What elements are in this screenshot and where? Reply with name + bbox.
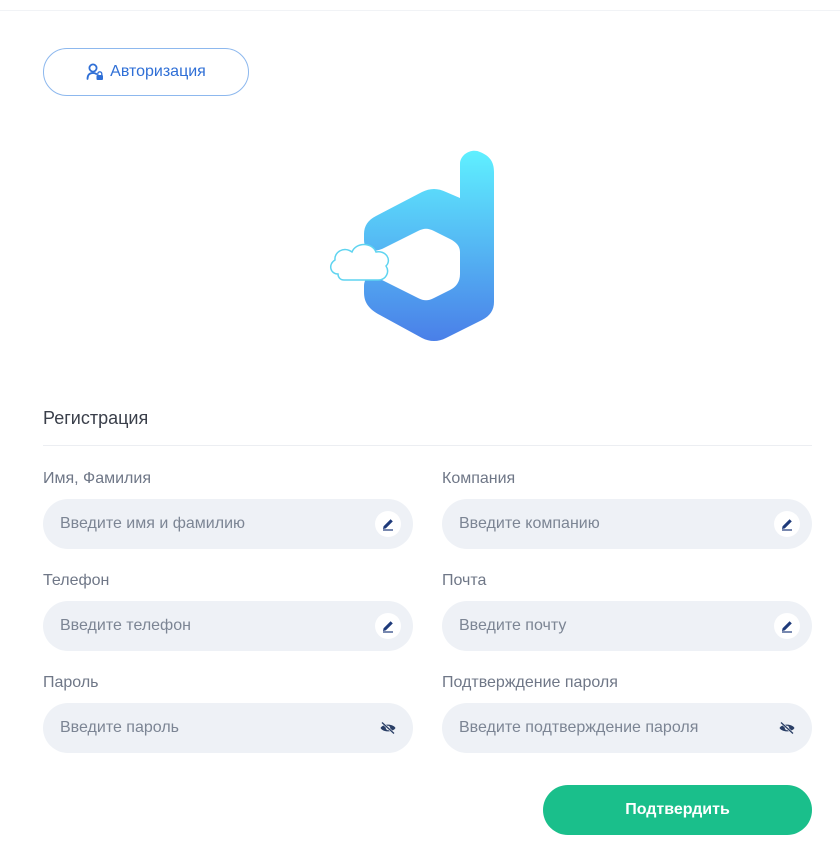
eye-off-icon[interactable] [774, 715, 800, 741]
email-input[interactable] [457, 616, 774, 636]
authorization-button[interactable]: Авторизация [43, 48, 249, 96]
user-lock-icon [86, 63, 104, 81]
password-field [43, 703, 413, 753]
name-label: Имя, Фамилия [43, 470, 151, 487]
password-label: Пароль [43, 674, 99, 691]
app-logo-icon [330, 150, 494, 341]
authorization-label: Авторизация [110, 63, 206, 80]
eye-off-icon[interactable] [375, 715, 401, 741]
password-confirm-field [442, 703, 812, 753]
email-label: Почта [442, 572, 487, 589]
section-divider [43, 445, 812, 446]
pencil-icon[interactable] [774, 511, 800, 537]
company-field [442, 499, 812, 549]
pencil-icon[interactable] [774, 613, 800, 639]
company-input[interactable] [457, 514, 774, 534]
password-confirm-label: Подтверждение пароля [442, 674, 618, 691]
name-input[interactable] [58, 514, 375, 534]
pencil-icon[interactable] [375, 511, 401, 537]
phone-field [43, 601, 413, 651]
pencil-icon[interactable] [375, 613, 401, 639]
password-confirm-input[interactable] [457, 718, 774, 738]
registration-title: Регистрация [43, 408, 149, 428]
app-logo [326, 146, 502, 346]
phone-input[interactable] [58, 616, 375, 636]
email-field [442, 601, 812, 651]
name-field [43, 499, 413, 549]
company-label: Компания [442, 470, 516, 487]
top-divider [0, 10, 840, 11]
submit-button[interactable]: Подтвердить [543, 785, 812, 835]
password-input[interactable] [58, 718, 375, 738]
phone-label: Телефон [43, 572, 110, 589]
